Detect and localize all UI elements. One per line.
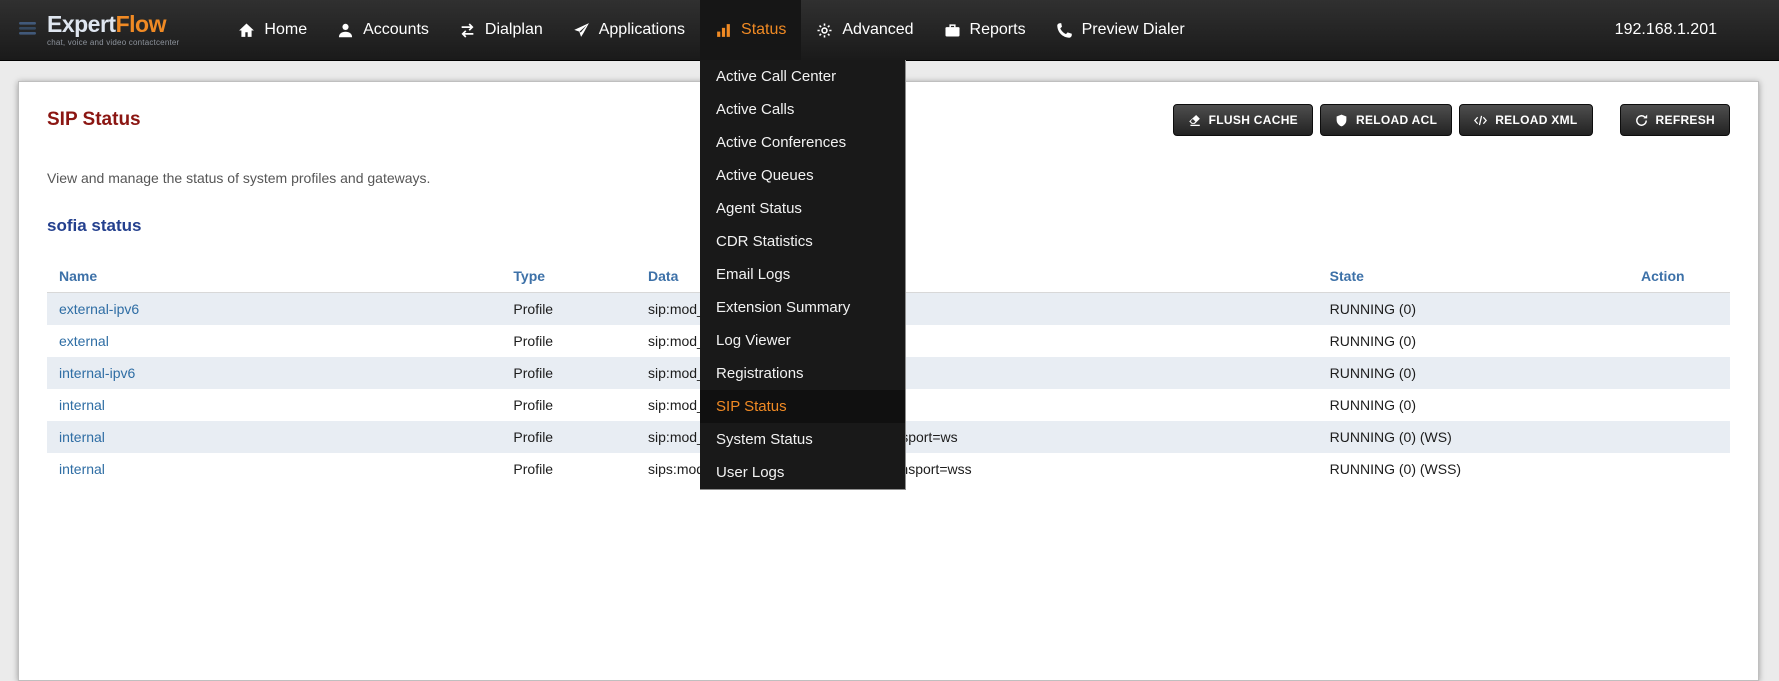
expertflow-logo[interactable]: ExpertFlow chat, voice and video contact…: [18, 0, 179, 60]
cell-name: internal-ipv6: [47, 357, 501, 389]
logo-lines-icon: [18, 19, 40, 41]
status-menu-item-log-viewer[interactable]: Log Viewer: [700, 324, 905, 357]
brand-tagline: chat, voice and video contactcenter: [47, 39, 179, 47]
status-menu-item-extension-summary[interactable]: Extension Summary: [700, 291, 905, 324]
nav-menu: Home Accounts Dialplan Applications Stat…: [223, 0, 1199, 60]
refresh-icon: [1635, 114, 1648, 127]
cell-state: RUNNING (0): [1318, 293, 1629, 326]
top-navbar: ExpertFlow chat, voice and video contact…: [0, 0, 1779, 61]
reload-xml-icon: [1474, 114, 1487, 127]
exchange-arrows-icon: [459, 22, 476, 39]
nav-item-reports[interactable]: Reports: [929, 0, 1041, 60]
profile-link[interactable]: external-ipv6: [59, 301, 139, 317]
status-menu-item-cdr-statistics[interactable]: CDR Statistics: [700, 225, 905, 258]
status-menu-item-active-call-center[interactable]: Active Call Center: [700, 60, 905, 93]
nav-item-applications[interactable]: Applications: [558, 0, 700, 60]
flush-cache-button[interactable]: FLUSH CACHE: [1173, 104, 1313, 136]
page-title: SIP Status: [47, 109, 141, 131]
cell-type: Profile: [501, 421, 636, 453]
profile-link[interactable]: internal: [59, 397, 105, 413]
person-icon: [337, 22, 354, 39]
nav-item-status[interactable]: Status Active Call CenterActive CallsAct…: [700, 0, 801, 60]
cell-type: Profile: [501, 357, 636, 389]
nav-item-home[interactable]: Home: [223, 0, 322, 60]
cell-state: RUNNING (0): [1318, 389, 1629, 421]
server-ip: 192.168.1.201: [1615, 0, 1779, 60]
phone-icon: [1056, 22, 1073, 39]
status-menu-item-system-status[interactable]: System Status: [700, 423, 905, 456]
status-menu-item-registrations[interactable]: Registrations: [700, 357, 905, 390]
nav-item-accounts[interactable]: Accounts: [322, 0, 444, 60]
paper-plane-icon: [573, 22, 590, 39]
cell-state: RUNNING (0) (WS): [1318, 421, 1629, 453]
briefcase-icon: [944, 22, 961, 39]
cell-type: Profile: [501, 389, 636, 421]
nav-item-dialplan[interactable]: Dialplan: [444, 0, 558, 60]
nav-item-preview-dialer[interactable]: Preview Dialer: [1041, 0, 1200, 60]
status-menu-item-user-logs[interactable]: User Logs: [700, 456, 905, 489]
cell-action: [1629, 389, 1730, 421]
cell-state: RUNNING (0): [1318, 357, 1629, 389]
status-dropdown-menu: Active Call CenterActive CallsActive Con…: [700, 60, 906, 490]
bar-chart-icon: [715, 22, 732, 39]
status-menu-item-active-conferences[interactable]: Active Conferences: [700, 126, 905, 159]
cell-type: Profile: [501, 453, 636, 485]
cell-action: [1629, 293, 1730, 326]
cell-type: Profile: [501, 293, 636, 326]
profile-link[interactable]: internal: [59, 429, 105, 445]
cell-name: external: [47, 325, 501, 357]
cell-name: internal: [47, 453, 501, 485]
profile-link[interactable]: internal: [59, 461, 105, 477]
reload-xml-button[interactable]: RELOAD XML: [1459, 104, 1592, 136]
status-menu-item-agent-status[interactable]: Agent Status: [700, 192, 905, 225]
cell-state: RUNNING (0): [1318, 325, 1629, 357]
cell-name: internal: [47, 421, 501, 453]
profile-link[interactable]: external: [59, 333, 109, 349]
cell-name: internal: [47, 389, 501, 421]
column-header-state: State: [1318, 260, 1629, 293]
flush-cache-icon: [1188, 114, 1201, 127]
cell-name: external-ipv6: [47, 293, 501, 326]
cell-action: [1629, 453, 1730, 485]
status-menu-item-active-queues[interactable]: Active Queues: [700, 159, 905, 192]
reload-acl-icon: [1335, 114, 1348, 127]
status-menu-item-email-logs[interactable]: Email Logs: [700, 258, 905, 291]
cell-action: [1629, 421, 1730, 453]
toolbar: FLUSH CACHE RELOAD ACL RELOAD XML REFRES…: [1173, 104, 1730, 136]
profile-link[interactable]: internal-ipv6: [59, 365, 135, 381]
refresh-button[interactable]: REFRESH: [1620, 104, 1730, 136]
status-menu-item-sip-status[interactable]: SIP Status: [700, 390, 905, 423]
column-header-type: Type: [501, 260, 636, 293]
gear-icon: [816, 22, 833, 39]
cell-action: [1629, 325, 1730, 357]
cell-type: Profile: [501, 325, 636, 357]
nav-item-advanced[interactable]: Advanced: [801, 0, 928, 60]
column-header-action: Action: [1629, 260, 1730, 293]
home-icon: [238, 22, 255, 39]
reload-acl-button[interactable]: RELOAD ACL: [1320, 104, 1452, 136]
cell-state: RUNNING (0) (WSS): [1318, 453, 1629, 485]
column-header-name: Name: [47, 260, 501, 293]
cell-action: [1629, 357, 1730, 389]
brand-name: ExpertFlow: [47, 13, 179, 36]
status-menu-item-active-calls[interactable]: Active Calls: [700, 93, 905, 126]
